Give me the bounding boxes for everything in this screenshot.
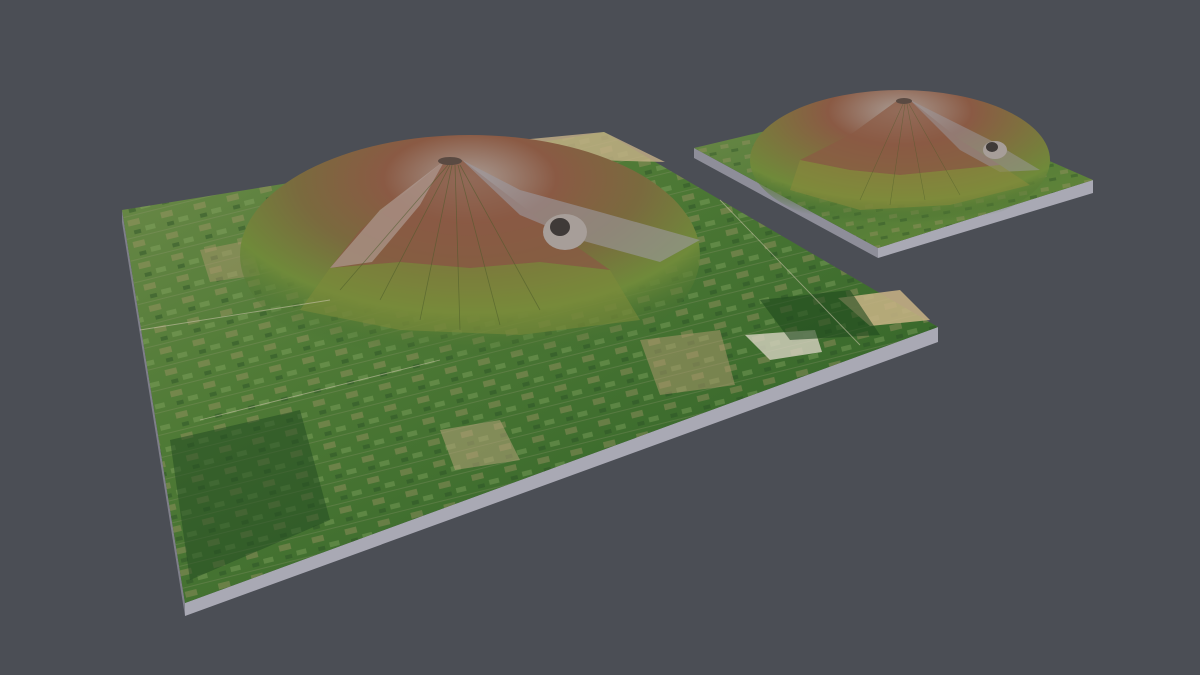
- large-model-secondary-crater: [550, 218, 570, 236]
- small-model-summit-crater: [896, 98, 912, 104]
- small-model-secondary-crater: [986, 142, 998, 152]
- large-model-summit-crater: [438, 157, 462, 165]
- terrain-scene: [122, 90, 1093, 616]
